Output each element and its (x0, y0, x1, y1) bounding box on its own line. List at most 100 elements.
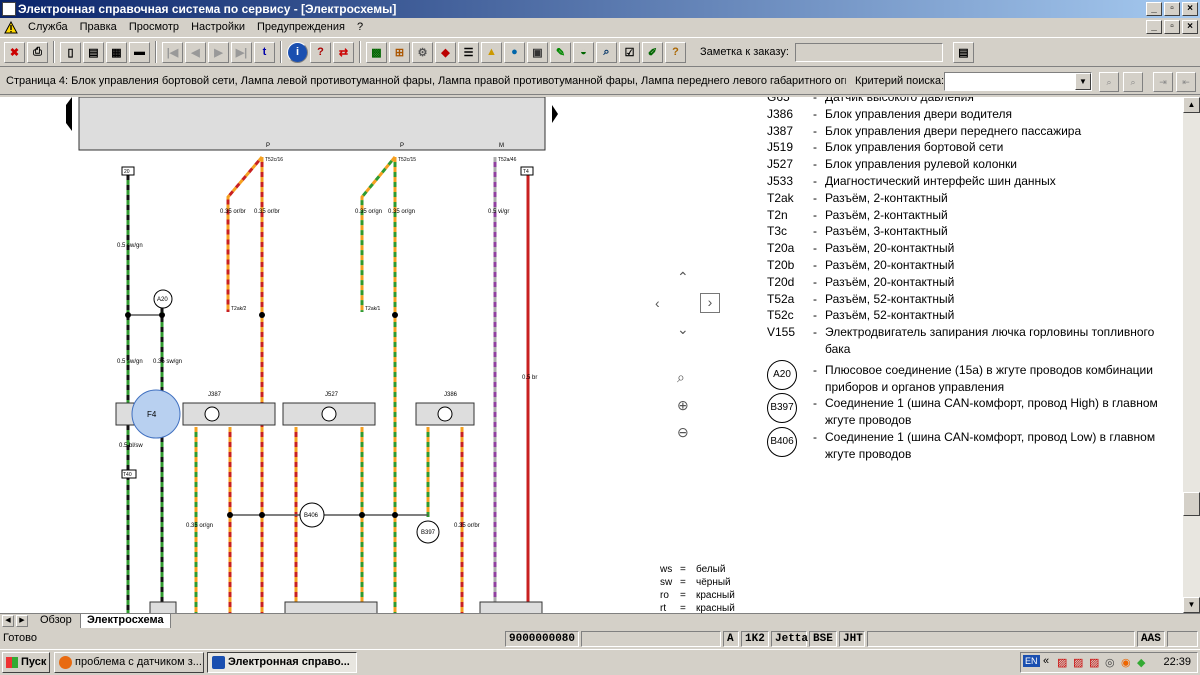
network-icon[interactable]: ▨ (1089, 656, 1099, 669)
chevron-down-icon[interactable]: ▼ (1075, 73, 1091, 90)
tab-overview[interactable]: Обзор (34, 614, 78, 628)
calculator-icon[interactable]: ▩ (366, 41, 387, 63)
status-field: A (723, 631, 739, 647)
scroll-thumb[interactable] (1183, 492, 1200, 516)
menu-bar: Служба Правка Просмотр Настройки Предупр… (0, 18, 1200, 36)
wire-or-gn-2 (360, 156, 397, 312)
tools-icon[interactable]: ⚙ (412, 41, 433, 63)
tab-next-icon[interactable]: ▶ (16, 615, 28, 627)
car-icon[interactable]: ◒ (573, 41, 594, 63)
zoom-in-icon[interactable]: ⊕ (677, 397, 689, 414)
note-edit-icon[interactable]: ▤ (952, 41, 974, 63)
legend-code: J527 (767, 157, 794, 172)
mdi-restore-button[interactable]: ▫ (1164, 20, 1180, 34)
close-button[interactable]: × (1182, 2, 1198, 16)
legend-row: J533- Диагностический интерфейс шин данны… (767, 173, 1177, 190)
scroll-right-arrow[interactable] (552, 105, 558, 123)
list-icon[interactable]: ☰ (458, 41, 479, 63)
menu-service[interactable]: Служба (22, 18, 74, 36)
search-forward-icon[interactable]: ⌕ (1099, 72, 1119, 92)
status-vin: 9000000080 (505, 631, 579, 647)
legend-code: T2ak (767, 190, 794, 205)
help-icon[interactable]: ? (310, 41, 331, 63)
legend-row: T20b - Разъём, 20-контактный (767, 257, 1177, 274)
report-icon[interactable]: ▦ (106, 41, 127, 63)
print-icon[interactable]: ⎙ (27, 41, 48, 63)
info-icon[interactable]: i (287, 41, 308, 63)
pan-down-icon[interactable]: ⌄ (677, 321, 689, 338)
splice-point (227, 512, 233, 518)
grid-icon[interactable]: ⊞ (389, 41, 410, 63)
legend-row: T20a - Разъём, 20-контактный (767, 240, 1177, 257)
pan-up-icon[interactable]: ⌃ (677, 269, 689, 286)
pan-right-icon[interactable]: › (700, 293, 720, 313)
documents-icon[interactable]: ▤ (83, 41, 104, 63)
network-icon[interactable]: ▨ (1057, 656, 1067, 669)
start-button[interactable]: Пуск (2, 652, 50, 673)
wire-label: 0.35 or/gn (388, 209, 415, 215)
wire-label: 0.35 or/gn (355, 209, 382, 215)
wire-color-legend: ws = белый sw = чёрный ro = красный rt = красный (660, 563, 735, 613)
security-icon[interactable]: ◉ (1121, 656, 1131, 669)
menu-view[interactable]: Просмотр (123, 18, 185, 36)
connector-label: T52c/16 (265, 157, 283, 163)
task-service-app[interactable]: Электронная справо... (207, 652, 357, 673)
minimize-button[interactable]: _ (1146, 2, 1162, 16)
prev-page-icon[interactable]: ◀ (185, 41, 206, 63)
network-icon[interactable]: ▨ (1073, 656, 1083, 669)
search-vehicle-icon[interactable]: ⌕ (596, 41, 617, 63)
edit-icon[interactable]: ✐ (642, 41, 663, 63)
diagram-view[interactable]: P P M J387 J527 J386 F4 A20 B406 B397 20… (0, 97, 1183, 613)
task-browser[interactable]: проблема с датчиком з... (54, 652, 204, 673)
mdi-close-button[interactable]: × (1182, 20, 1198, 34)
globe-icon[interactable]: ● (504, 41, 525, 63)
new-document-icon[interactable]: ▯ (60, 41, 81, 63)
tray-expand-icon[interactable]: « (1043, 655, 1049, 667)
disk-icon[interactable]: ▣ (527, 41, 548, 63)
clock: 22:39 (1163, 656, 1191, 668)
menu-settings[interactable]: Настройки (185, 18, 251, 36)
language-indicator[interactable]: EN (1023, 655, 1040, 667)
splice-point (259, 312, 265, 318)
zoom-out-icon[interactable]: ⊖ (677, 424, 689, 441)
pen-icon[interactable]: ✎ (550, 41, 571, 63)
menu-warnings[interactable]: Предупреждения (251, 18, 351, 36)
first-page-icon[interactable]: |◀ (162, 41, 183, 63)
prev-match-icon[interactable]: ⇤ (1176, 72, 1196, 92)
node-b406-label: B406 (304, 513, 319, 519)
scroll-left-arrow[interactable] (66, 97, 72, 131)
unit-bottom (284, 601, 378, 613)
zoom-fit-icon[interactable]: ⌕ (677, 369, 685, 386)
pan-left-icon[interactable]: ‹ (655, 295, 660, 311)
swap-icon[interactable]: ⇄ (333, 41, 354, 63)
vehicle-icon[interactable]: ▬ (129, 41, 150, 63)
task-label: проблема с датчиком з... (75, 656, 202, 668)
menu-edit[interactable]: Правка (74, 18, 123, 36)
search-back-icon[interactable]: ⌕ (1123, 72, 1143, 92)
text-icon[interactable]: t (254, 41, 275, 63)
tab-prev-icon[interactable]: ◀ (2, 615, 14, 627)
scroll-down-icon[interactable]: ▼ (1183, 597, 1200, 613)
component-legend: G65- Датчик высокого давления J386- Блок у… (767, 97, 1177, 463)
next-page-icon[interactable]: ▶ (208, 41, 229, 63)
exit-icon[interactable]: ✖ (4, 41, 25, 63)
menu-help[interactable]: ? (351, 18, 369, 36)
search-criteria-select[interactable]: ▼ (944, 72, 1092, 91)
sync-icon[interactable]: ◎ (1105, 656, 1115, 669)
book-icon[interactable]: ◆ (435, 41, 456, 63)
vertical-scrollbar[interactable]: ▲ ▼ (1183, 97, 1200, 613)
note-input[interactable] (794, 42, 943, 62)
caution-icon[interactable]: ▲ (481, 41, 502, 63)
status-bar: Готово 9000000080 A 1K2 Jetta BSE JHT AA… (0, 630, 1200, 648)
update-icon[interactable]: ◆ (1137, 656, 1145, 669)
restore-button[interactable]: ▫ (1164, 2, 1180, 16)
scroll-up-icon[interactable]: ▲ (1183, 97, 1200, 113)
mdi-minimize-button[interactable]: _ (1146, 20, 1162, 34)
legend-text: Диагностический интерфейс шин данных (825, 173, 1056, 188)
checklist-icon[interactable]: ☑ (619, 41, 640, 63)
next-match-icon[interactable]: ⇥ (1153, 72, 1173, 92)
status-empty (581, 631, 721, 647)
question-doc-icon[interactable]: ? (665, 41, 686, 63)
last-page-icon[interactable]: ▶| (231, 41, 252, 63)
tab-wiring-diagram[interactable]: Электросхема (80, 614, 171, 628)
